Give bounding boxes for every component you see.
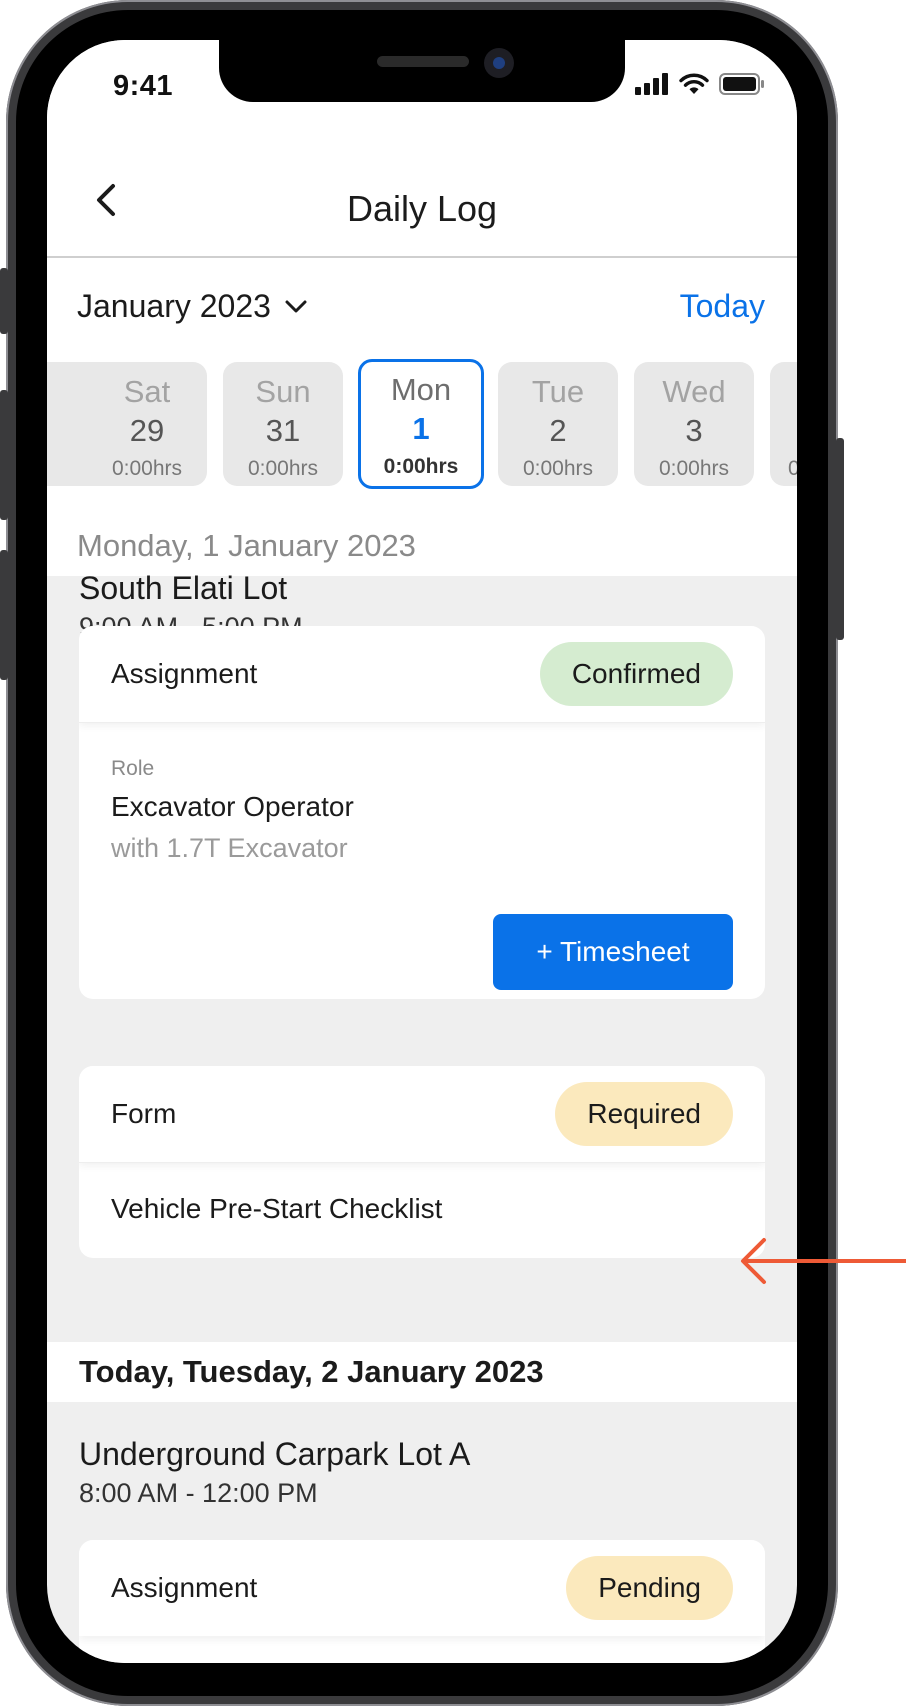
- status-icons: [635, 73, 765, 95]
- wifi-icon: [679, 73, 709, 94]
- day-strip[interactable]: s Sat 29 0:00hrs Sun 31 0:00hrs Mon 1 0:…: [47, 350, 797, 517]
- power-button: [836, 438, 844, 640]
- assignment-card: Assignment Confirmed Role Excavator Oper…: [79, 626, 765, 999]
- day-name: Tue: [531, 374, 585, 409]
- assignment-card: Assignment Pending: [79, 1540, 765, 1663]
- date-header-text: Monday, 1 January 2023: [77, 528, 416, 563]
- shift-time: 8:00 AM - 12:00 PM: [79, 1478, 318, 1508]
- status-badge-required: Required: [555, 1082, 733, 1146]
- day-number: 29: [129, 413, 165, 448]
- month-selector[interactable]: January 2023: [77, 288, 307, 325]
- assignment-card-header: Assignment Pending: [79, 1540, 765, 1636]
- assignment-card-body: Role Excavator Operator with 1.7T Excava…: [79, 722, 765, 999]
- role-label: Role: [111, 757, 155, 780]
- notch: [219, 40, 625, 102]
- annotation-arrow-icon: [741, 1238, 906, 1284]
- assignment-label: Assignment: [111, 658, 258, 689]
- today-link[interactable]: Today: [680, 288, 765, 325]
- signal-icon: [635, 73, 668, 95]
- form-card: Form Required Vehicle Pre-Start Checklis…: [79, 1066, 765, 1258]
- assignment-card-header: Assignment Confirmed: [79, 626, 765, 722]
- chevron-down-icon: [285, 300, 307, 312]
- day-hours: 0:00hrs: [111, 457, 183, 480]
- day-number: 3: [685, 413, 703, 448]
- nav-bar: Daily Log: [47, 126, 797, 258]
- day-item-partial-right[interactable]: 0: [770, 362, 797, 486]
- day-item-sun[interactable]: Sun 31 0:00hrs: [223, 362, 343, 486]
- day-hours: 0:00hrs: [383, 455, 459, 478]
- day-hours: 0:00hrs: [522, 457, 594, 480]
- role-title: Excavator Operator: [111, 791, 354, 822]
- status-badge-confirmed: Confirmed: [539, 642, 733, 706]
- day-item-wed[interactable]: Wed 3 0:00hrs: [634, 362, 754, 486]
- form-item-title: Vehicle Pre-Start Checklist: [111, 1193, 443, 1224]
- day-item-sat[interactable]: Sat 29 0:00hrs: [87, 362, 207, 486]
- day-name: Sun: [255, 374, 311, 409]
- status-badge-pending: Pending: [566, 1556, 733, 1620]
- volume-down-button: [0, 550, 8, 680]
- day-item-tue[interactable]: Tue 2 0:00hrs: [498, 362, 618, 486]
- day-number: 2: [549, 413, 567, 448]
- form-label: Form: [111, 1098, 177, 1129]
- assignment-label: Assignment: [111, 1572, 258, 1603]
- speaker-grille: [377, 56, 469, 67]
- mute-switch: [0, 268, 8, 334]
- status-time: 9:41: [113, 70, 174, 102]
- phone-screen: 9:41 Daily Log January 2023 Today Sat 29…: [47, 40, 797, 1663]
- day-hours: 0:00hrs: [658, 457, 730, 480]
- day-hours-partial: 0: [770, 457, 797, 481]
- location-name: South Elati Lot: [79, 570, 288, 606]
- date-header-day2: Today, Tuesday, 2 January 2023: [47, 1342, 797, 1402]
- volume-up-button: [0, 390, 8, 520]
- date-header-day1: Monday, 1 January 2023: [47, 516, 797, 576]
- day-item-mon-selected[interactable]: Mon 1 0:00hrs: [358, 359, 484, 489]
- location-name: Underground Carpark Lot A: [79, 1436, 471, 1472]
- date-header-text: Today, Tuesday, 2 January 2023: [79, 1354, 544, 1389]
- battery-icon: [719, 73, 764, 95]
- form-card-header: Form Required: [79, 1066, 765, 1162]
- role-equipment: with 1.7T Excavator: [111, 833, 348, 863]
- month-label: January 2023: [77, 288, 271, 324]
- add-timesheet-button[interactable]: + Timesheet: [493, 914, 733, 990]
- month-row: January 2023 Today: [47, 258, 797, 350]
- day-hours: 0:00hrs: [247, 457, 319, 480]
- day-number: 1: [412, 411, 430, 446]
- page-title: Daily Log: [346, 188, 498, 229]
- day-number: 31: [265, 413, 301, 448]
- day-name: Mon: [390, 372, 452, 407]
- front-camera: [484, 48, 514, 78]
- day-name: Wed: [662, 374, 726, 409]
- form-item-row[interactable]: Vehicle Pre-Start Checklist: [79, 1162, 765, 1258]
- day-name: Sat: [123, 374, 171, 409]
